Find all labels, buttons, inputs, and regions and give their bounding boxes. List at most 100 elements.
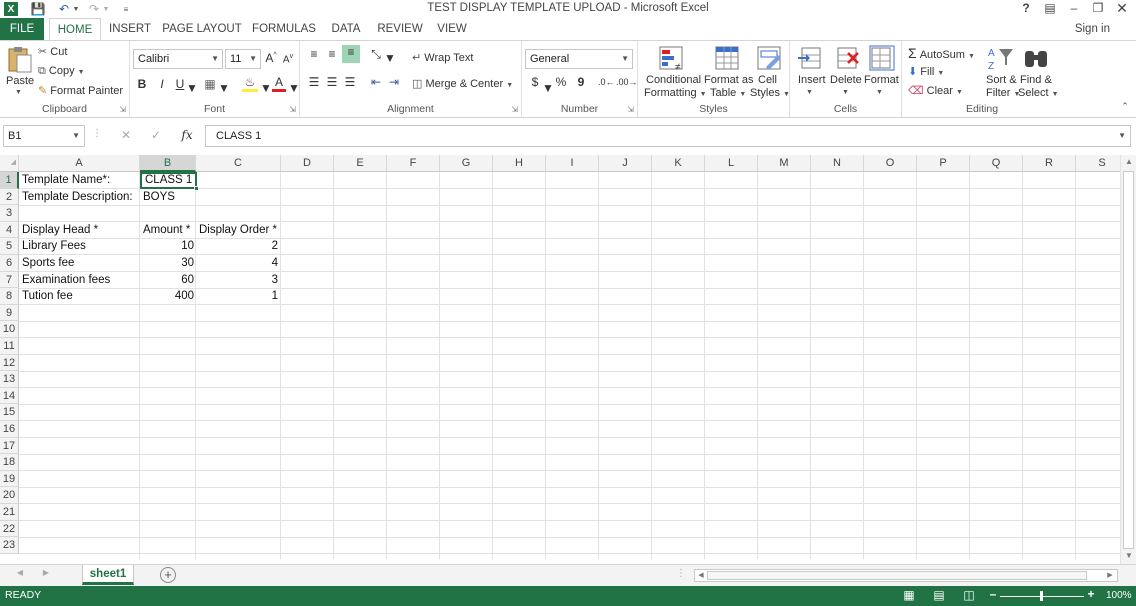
paste-dropdown-icon[interactable]: ▼ xyxy=(15,89,22,96)
tab-split-grip-icon[interactable]: ⋮ xyxy=(676,568,686,579)
column-header-B[interactable]: B xyxy=(140,155,196,172)
cancel-entry-icon[interactable]: ✕ xyxy=(118,128,134,142)
column-header-S[interactable]: S xyxy=(1076,155,1120,172)
cell-A2[interactable]: Template Description: xyxy=(19,189,140,206)
borders-dropdown-icon[interactable]: ▼ xyxy=(218,81,230,95)
merge-center-button[interactable]: ◫ Merge & Center ▼ xyxy=(412,77,513,90)
clipboard-launcher-icon[interactable]: ⇲ xyxy=(119,105,126,114)
row-header-6[interactable]: 6 xyxy=(0,255,19,272)
row-header-19[interactable]: 19 xyxy=(0,470,19,488)
column-header-H[interactable]: H xyxy=(493,155,546,172)
cell-C6[interactable]: 4 xyxy=(196,255,281,272)
row-header-20[interactable]: 20 xyxy=(0,487,19,504)
decrease-indent-icon[interactable]: ⇤ xyxy=(368,75,384,89)
row-header-3[interactable]: 3 xyxy=(0,205,19,222)
binoculars-icon[interactable] xyxy=(1022,45,1050,71)
column-header-K[interactable]: K xyxy=(652,155,705,172)
top-align-icon[interactable]: ≡ xyxy=(306,47,322,61)
format-dropdown-icon[interactable]: ▼ xyxy=(876,89,883,96)
column-header-I[interactable]: I xyxy=(546,155,599,172)
row-header-12[interactable]: 12 xyxy=(0,354,19,372)
column-header-J[interactable]: J xyxy=(599,155,652,172)
cell-B8[interactable]: 400 xyxy=(140,288,197,305)
align-left-icon[interactable]: ☰ xyxy=(306,75,322,89)
cell-C7[interactable]: 3 xyxy=(196,272,281,289)
insert-cells-icon[interactable] xyxy=(798,45,826,71)
column-header-Q[interactable]: Q xyxy=(970,155,1023,172)
row-header-4[interactable]: 4 xyxy=(0,221,19,239)
find-select-label-1[interactable]: Find & xyxy=(1020,74,1052,86)
prev-sheet-icon[interactable]: ◀ xyxy=(14,568,26,577)
orientation-dropdown-icon[interactable]: ▼ xyxy=(384,51,396,65)
minimize-button[interactable]: – xyxy=(1062,0,1086,16)
vertical-scroll-thumb[interactable] xyxy=(1123,171,1134,549)
currency-dropdown-icon[interactable]: ▼ xyxy=(542,81,554,95)
row-header-9[interactable]: 9 xyxy=(0,304,19,322)
scroll-up-icon[interactable]: ▲ xyxy=(1123,157,1135,166)
collapse-ribbon-icon[interactable]: ⌃ xyxy=(1118,101,1132,112)
underline-dropdown-icon[interactable]: ▼ xyxy=(186,81,198,95)
number-format-select[interactable]: General ▼ xyxy=(525,49,633,69)
row-header-17[interactable]: 17 xyxy=(0,437,19,455)
cell-A7[interactable]: Examination fees xyxy=(19,272,140,289)
cell-B2[interactable]: BOYS xyxy=(140,189,197,206)
sort-filter-button[interactable]: Filter ▼ xyxy=(986,87,1020,99)
fill-handle[interactable] xyxy=(194,186,199,191)
orientation-icon[interactable]: ⤡ xyxy=(368,47,384,62)
insert-dropdown-icon[interactable]: ▼ xyxy=(806,89,813,96)
autosum-button[interactable]: Σ AutoSum ▼ xyxy=(908,45,975,61)
number-launcher-icon[interactable]: ⇲ xyxy=(627,105,634,114)
cell-styles-icon[interactable] xyxy=(756,45,784,71)
column-header-F[interactable]: F xyxy=(387,155,440,172)
bottom-align-icon[interactable]: ≡ xyxy=(342,45,360,63)
conditional-formatting-icon[interactable]: ≠ xyxy=(658,45,686,73)
enter-entry-icon[interactable]: ✓ xyxy=(148,128,164,142)
next-sheet-icon[interactable]: ▶ xyxy=(40,568,52,577)
sort-filter-icon[interactable]: AZ xyxy=(986,45,1014,72)
column-header-D[interactable]: D xyxy=(281,155,334,172)
column-header-O[interactable]: O xyxy=(864,155,917,172)
help-button[interactable]: ? xyxy=(1014,0,1038,16)
paste-icon[interactable] xyxy=(6,45,34,73)
column-header-L[interactable]: L xyxy=(705,155,758,172)
cut-button[interactable]: ✂ Cut xyxy=(38,45,67,58)
bold-button[interactable]: B xyxy=(136,77,148,91)
comma-style-button[interactable]: 9 xyxy=(574,75,588,89)
middle-align-icon[interactable]: ≡ xyxy=(324,47,340,61)
copy-button[interactable]: ⧉ Copy ▼ xyxy=(38,65,85,78)
select-all-corner[interactable]: ◢ xyxy=(0,155,19,172)
cell-styles-label-1[interactable]: Cell xyxy=(758,74,777,86)
borders-icon[interactable]: ▦ xyxy=(202,77,218,91)
cell-A1[interactable]: Template Name*: xyxy=(19,172,140,189)
tab-page-layout[interactable]: PAGE LAYOUT xyxy=(162,18,242,40)
zoom-level[interactable]: 100% xyxy=(1106,590,1132,601)
increase-font-size-icon[interactable]: A^ xyxy=(264,51,278,65)
cell-B6[interactable]: 30 xyxy=(140,255,197,272)
fill-button[interactable]: ⬇ Fill ▼ xyxy=(908,65,944,78)
cell-C8[interactable]: 1 xyxy=(196,288,281,305)
row-header-11[interactable]: 11 xyxy=(0,338,19,355)
column-header-R[interactable]: R xyxy=(1023,155,1076,172)
page-break-view-icon[interactable]: ◫ xyxy=(962,588,976,602)
cell-B4[interactable]: Amount * xyxy=(140,222,197,239)
format-as-table-icon[interactable] xyxy=(714,45,742,71)
tab-file[interactable]: FILE xyxy=(0,18,44,40)
currency-button[interactable]: $ xyxy=(528,75,542,89)
clear-button[interactable]: ⌫ Clear ▼ xyxy=(908,84,963,97)
close-button[interactable]: ✕ xyxy=(1110,0,1134,16)
find-select-button[interactable]: Select ▼ xyxy=(1018,87,1059,99)
paste-button[interactable]: Paste xyxy=(6,75,34,87)
row-header-16[interactable]: 16 xyxy=(0,421,19,438)
insert-function-button[interactable]: fx xyxy=(178,128,196,142)
cell-C5[interactable]: 2 xyxy=(196,238,281,255)
horizontal-scroll-thumb[interactable] xyxy=(707,571,1087,580)
format-cells-icon[interactable] xyxy=(868,45,896,71)
cell-styles-button[interactable]: Styles ▼ xyxy=(750,87,790,99)
column-header-N[interactable]: N xyxy=(811,155,864,172)
row-header-14[interactable]: 14 xyxy=(0,387,19,405)
tab-insert[interactable]: INSERT xyxy=(108,18,152,40)
row-header-21[interactable]: 21 xyxy=(0,504,19,521)
tab-view[interactable]: VIEW xyxy=(434,18,470,40)
row-header-8[interactable]: 8 xyxy=(0,288,19,305)
column-header-M[interactable]: M xyxy=(758,155,811,172)
